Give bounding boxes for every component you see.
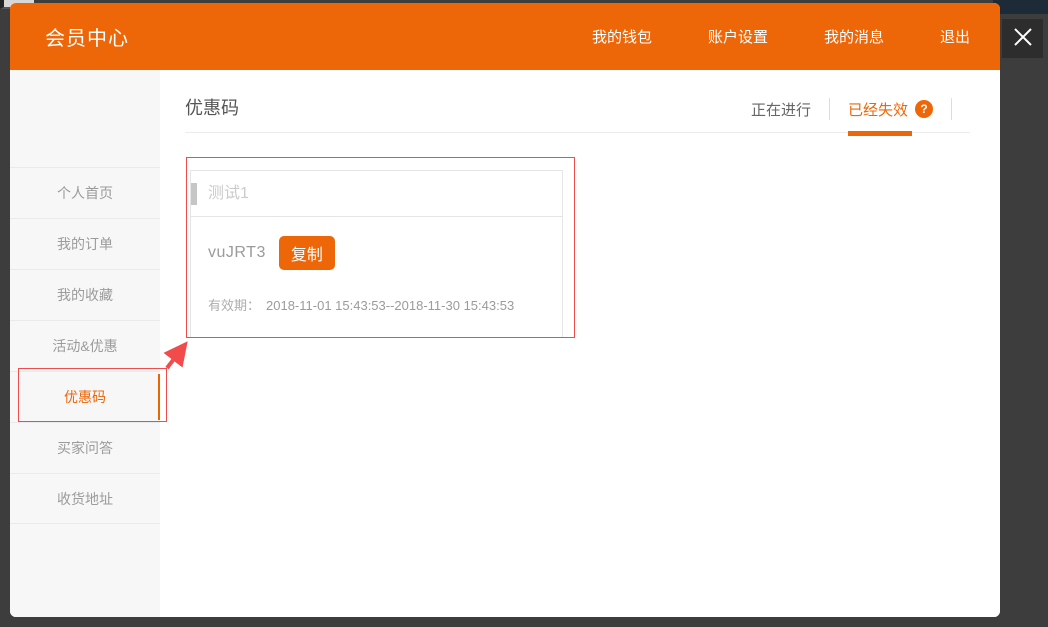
sidebar-item-my-orders[interactable]: 我的订单: [10, 218, 160, 269]
validity-value: 2018-11-01 15:43:53--2018-11-30 15:43:53: [266, 298, 514, 313]
sidebar-item-label: 优惠码: [64, 387, 106, 407]
top-nav: 我的钱包 账户设置 我的消息 退出: [536, 26, 970, 47]
tab-expired-label: 已经失效: [848, 99, 908, 120]
active-tab-underline: [848, 131, 912, 136]
modal-header: 会员中心 我的钱包 账户设置 我的消息 退出: [10, 3, 1000, 70]
sidebar-item-label: 我的订单: [57, 234, 113, 254]
content-title: 优惠码: [185, 94, 239, 120]
content-area: 优惠码 正在进行 已经失效 ?: [160, 70, 1000, 617]
coupon-code: vuJRT3: [208, 244, 266, 262]
sidebar-item-personal-home[interactable]: 个人首页: [10, 167, 160, 218]
sidebar-item-label: 买家问答: [57, 438, 113, 458]
sidebar-item-my-favorites[interactable]: 我的收藏: [10, 269, 160, 320]
page-title: 会员中心: [45, 22, 129, 51]
validity-row: 有效期： 2018-11-01 15:43:53--2018-11-30 15:4…: [208, 295, 545, 314]
page-background: 会员中心 我的钱包 账户设置 我的消息 退出 个人首页 我的订单 我的收藏 活动…: [0, 0, 1048, 627]
copy-button[interactable]: 复制: [279, 236, 335, 270]
coupon-card-body: vuJRT3 复制 有效期： 2018-11-01 15:43:53--2018-…: [191, 217, 562, 337]
modal-body: 个人首页 我的订单 我的收藏 活动&优惠 优惠码 买家问答 收货地址 优惠码: [10, 70, 1000, 617]
close-icon: [1011, 25, 1035, 52]
help-badge[interactable]: ?: [915, 100, 933, 118]
background-page-strip: [993, 0, 1048, 14]
title-marker-bar: [191, 183, 197, 205]
member-center-modal: 会员中心 我的钱包 账户设置 我的消息 退出 个人首页 我的订单 我的收藏 活动…: [10, 3, 1000, 617]
close-button[interactable]: [1002, 19, 1043, 58]
sidebar-item-label: 我的收藏: [57, 285, 113, 305]
nav-account-settings[interactable]: 账户设置: [708, 26, 768, 47]
sidebar-item-coupon-code[interactable]: 优惠码: [10, 371, 160, 422]
nav-logout[interactable]: 退出: [940, 26, 970, 47]
sidebar-menu: 个人首页 我的订单 我的收藏 活动&优惠 优惠码 买家问答 收货地址: [10, 167, 160, 524]
coupon-card: 测试1 vuJRT3 复制 有效期： 2018-11-01 15:43:53--2…: [190, 170, 563, 338]
sidebar-item-activities-discounts[interactable]: 活动&优惠: [10, 320, 160, 371]
coupon-code-row: vuJRT3 复制: [208, 236, 545, 270]
sidebar-item-label: 收货地址: [57, 489, 113, 509]
tab-ongoing[interactable]: 正在进行: [751, 99, 811, 120]
validity-label: 有效期：: [208, 298, 260, 313]
tab-expired[interactable]: 已经失效 ?: [848, 99, 933, 120]
content-header: 优惠码 正在进行 已经失效 ?: [185, 70, 970, 133]
nav-my-messages[interactable]: 我的消息: [824, 26, 884, 47]
tab-divider: [951, 98, 952, 120]
sidebar-item-shipping-address[interactable]: 收货地址: [10, 473, 160, 524]
coupon-card-header: 测试1: [191, 171, 562, 217]
sidebar-item-label: 个人首页: [57, 183, 113, 203]
sidebar-spacer: [10, 70, 160, 167]
nav-my-wallet[interactable]: 我的钱包: [592, 26, 652, 47]
sidebar-item-label: 活动&优惠: [52, 336, 117, 356]
sidebar: 个人首页 我的订单 我的收藏 活动&优惠 优惠码 买家问答 收货地址: [10, 70, 160, 617]
coupon-name: 测试1: [208, 185, 249, 202]
tabs: 正在进行 已经失效 ?: [751, 98, 970, 120]
sidebar-item-buyer-qa[interactable]: 买家问答: [10, 422, 160, 473]
tab-divider: [829, 98, 830, 120]
